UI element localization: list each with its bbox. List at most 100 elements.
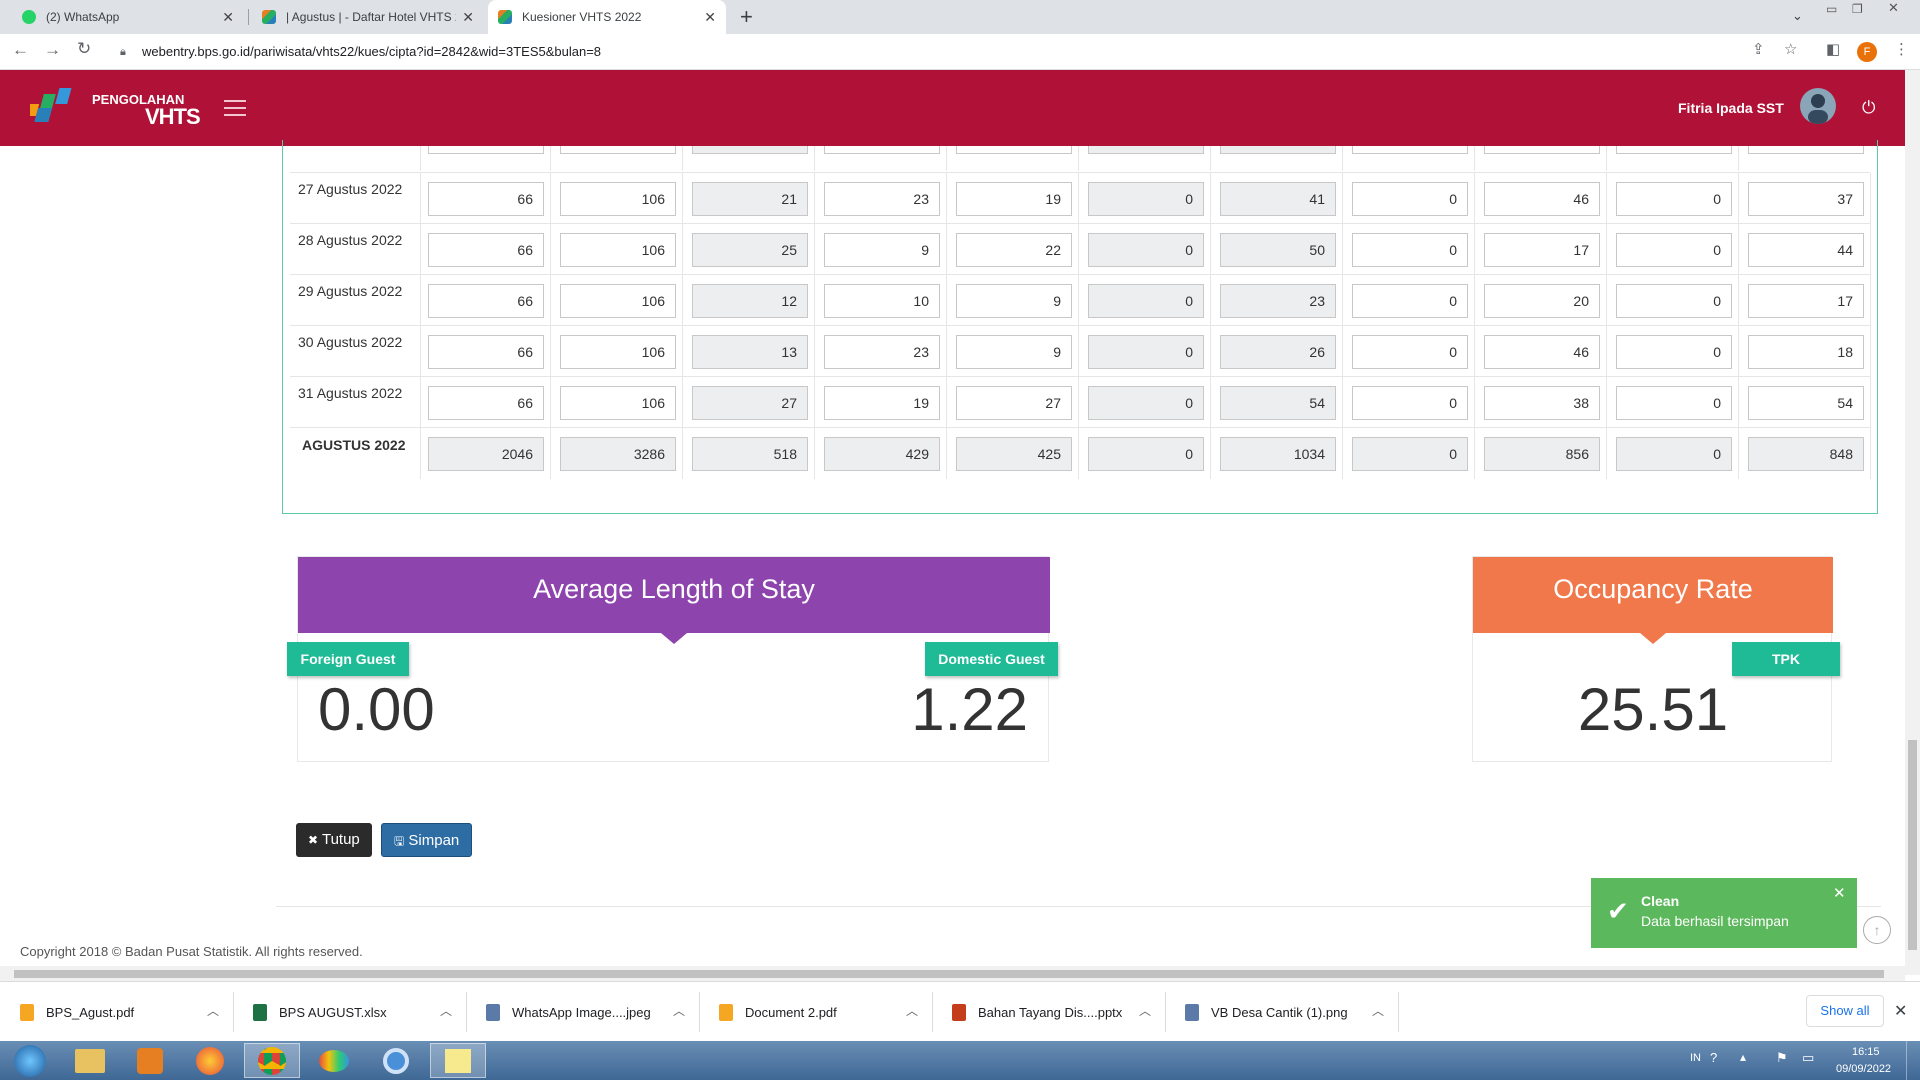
show-all-button[interactable]: Show all <box>1806 995 1884 1027</box>
table-cell-input[interactable]: 66 <box>428 386 544 420</box>
tutup-button[interactable]: ✖ Tutup <box>296 823 372 857</box>
table-cell-input[interactable]: 106 <box>560 284 676 318</box>
table-cell-input[interactable]: 14 <box>956 146 1072 154</box>
table-cell-input[interactable]: 66 <box>428 335 544 369</box>
start-orb-icon[interactable] <box>2 1043 58 1078</box>
tab-search-icon[interactable]: ⌄ <box>1792 8 1803 24</box>
table-cell-input[interactable]: 106 <box>560 335 676 369</box>
table-cell-input[interactable]: 23 <box>824 182 940 216</box>
side-panel-icon[interactable]: ◧ <box>1826 40 1840 58</box>
download-item[interactable]: Document 2.pdf ︿ <box>719 982 932 1042</box>
table-cell-input[interactable]: 0 <box>1616 182 1732 216</box>
table-cell-input[interactable]: 20 <box>1484 284 1600 318</box>
tab-daftar-hotel[interactable]: | Agustus | - Daftar Hotel VHTS 2 ✕ <box>252 0 484 34</box>
download-item[interactable]: BPS_Agust.pdf ︿ <box>20 982 233 1042</box>
sticky-notes-icon[interactable] <box>430 1043 486 1078</box>
tab-whatsapp[interactable]: (2) WhatsApp ✕ <box>12 0 244 34</box>
table-cell-input[interactable]: 10 <box>824 284 940 318</box>
table-cell-input[interactable]: 19 <box>824 146 940 154</box>
table-cell-input[interactable]: 0 <box>1352 182 1468 216</box>
clock-time[interactable]: 16:15 <box>1852 1046 1880 1058</box>
table-cell-input[interactable]: 0 <box>1352 233 1468 267</box>
chrome-alt-icon[interactable] <box>368 1043 424 1078</box>
table-cell-input[interactable]: 38 <box>1484 386 1600 420</box>
chevron-up-icon[interactable]: ︿ <box>1139 1002 1151 1019</box>
chevron-up-icon[interactable]: ︿ <box>673 1002 685 1019</box>
table-cell-input[interactable]: 17 <box>1748 284 1864 318</box>
table-cell-input[interactable]: 106 <box>560 386 676 420</box>
horizontal-scroll-thumb[interactable] <box>14 970 1884 978</box>
chrome-icon[interactable] <box>244 1043 300 1078</box>
table-cell-input[interactable]: 66 <box>428 146 544 154</box>
media-player-icon[interactable] <box>122 1043 178 1078</box>
table-cell-input[interactable]: 17 <box>1484 233 1600 267</box>
clock-date[interactable]: 09/09/2022 <box>1836 1063 1891 1075</box>
chevron-up-icon[interactable]: ︿ <box>1372 1002 1384 1019</box>
chevron-up-icon[interactable]: ︿ <box>207 1002 219 1019</box>
user-name[interactable]: Fitria Ipada SST <box>1678 100 1784 116</box>
bps-logo[interactable] <box>23 86 82 128</box>
show-desktop-button[interactable] <box>1906 1041 1920 1080</box>
table-cell-input[interactable]: 0 <box>1616 284 1732 318</box>
table-cell-input[interactable]: 66 <box>428 182 544 216</box>
table-cell-input[interactable]: 106 <box>560 233 676 267</box>
chevron-up-icon[interactable]: ︿ <box>440 1002 452 1019</box>
table-cell-input[interactable]: 0 <box>1616 386 1732 420</box>
firefox-icon[interactable] <box>182 1043 238 1078</box>
table-cell-input[interactable]: 22 <box>956 233 1072 267</box>
tab-kuesioner[interactable]: Kuesioner VHTS 2022 ✕ <box>488 0 726 34</box>
table-cell-input[interactable]: 46 <box>1484 335 1600 369</box>
language-indicator[interactable]: IN <box>1690 1052 1701 1064</box>
table-cell-input[interactable]: 44 <box>1748 233 1864 267</box>
table-cell-input[interactable]: 0 <box>1616 146 1732 154</box>
table-cell-input[interactable]: 9 <box>956 335 1072 369</box>
bookmark-star-icon[interactable]: ☆ <box>1784 40 1797 58</box>
table-cell-input[interactable]: 0 <box>1352 146 1468 154</box>
profile-avatar[interactable]: F <box>1857 42 1877 62</box>
reload-icon[interactable]: ↻ <box>77 39 91 59</box>
table-cell-input[interactable]: 9 <box>956 284 1072 318</box>
forward-icon[interactable]: → <box>44 40 61 60</box>
minimize-icon[interactable]: ▭ <box>1826 2 1837 16</box>
table-cell-input[interactable]: 18 <box>1748 335 1864 369</box>
power-logout-icon[interactable]: ⏻ <box>1862 98 1875 118</box>
new-tab-button[interactable]: + <box>740 4 753 30</box>
table-cell-input[interactable]: 106 <box>560 146 676 154</box>
close-window-icon[interactable]: ✕ <box>1888 0 1899 16</box>
table-cell-input[interactable]: 37 <box>1484 146 1600 154</box>
chevron-up-icon[interactable]: ︿ <box>906 1002 918 1019</box>
tray-arrow-icon[interactable]: ▴ <box>1740 1050 1746 1064</box>
download-item[interactable]: WhatsApp Image....jpeg ︿ <box>486 982 699 1042</box>
table-cell-input[interactable]: 9 <box>824 233 940 267</box>
table-cell-input[interactable]: 19 <box>824 386 940 420</box>
close-tab-icon[interactable]: ✕ <box>462 9 474 26</box>
table-cell-input[interactable]: 106 <box>560 182 676 216</box>
file-explorer-icon[interactable] <box>62 1043 118 1078</box>
table-cell-input[interactable]: 66 <box>428 284 544 318</box>
hamburger-menu-icon[interactable] <box>224 100 246 116</box>
table-cell-input[interactable]: 23 <box>824 335 940 369</box>
table-cell-input[interactable]: 54 <box>1748 386 1864 420</box>
network-icon[interactable]: ▭ <box>1802 1050 1814 1066</box>
horizontal-scrollbar[interactable] <box>0 966 1905 981</box>
flag-icon[interactable]: ⚑ <box>1776 1050 1788 1066</box>
table-cell-input[interactable]: 19 <box>956 182 1072 216</box>
share-icon[interactable]: ⇪ <box>1752 40 1765 58</box>
download-item[interactable]: Bahan Tayang Dis....pptx ︿ <box>952 982 1165 1042</box>
user-avatar[interactable] <box>1800 88 1836 124</box>
restore-icon[interactable]: ❐ <box>1852 2 1863 16</box>
close-downloads-icon[interactable]: ✕ <box>1894 1001 1907 1021</box>
table-cell-input[interactable]: 28 <box>1748 146 1864 154</box>
help-icon[interactable]: ? <box>1710 1050 1717 1065</box>
download-item[interactable]: VB Desa Cantik (1).png ︿ <box>1185 982 1398 1042</box>
menu-kebab-icon[interactable]: ⋮ <box>1894 40 1909 58</box>
url-field[interactable]: 🔒︎ webentry.bps.go.id/pariwisata/vhts22/… <box>108 38 1788 66</box>
table-cell-input[interactable]: 0 <box>1352 335 1468 369</box>
vertical-scroll-thumb[interactable] <box>1908 740 1917 950</box>
table-cell-input[interactable]: 66 <box>428 233 544 267</box>
vertical-scrollbar[interactable] <box>1905 70 1920 975</box>
table-cell-input[interactable]: 0 <box>1616 335 1732 369</box>
table-cell-input[interactable]: 0 <box>1352 386 1468 420</box>
download-item[interactable]: BPS AUGUST.xlsx ︿ <box>253 982 466 1042</box>
simpan-button[interactable]: 🖫 Simpan <box>381 823 473 857</box>
